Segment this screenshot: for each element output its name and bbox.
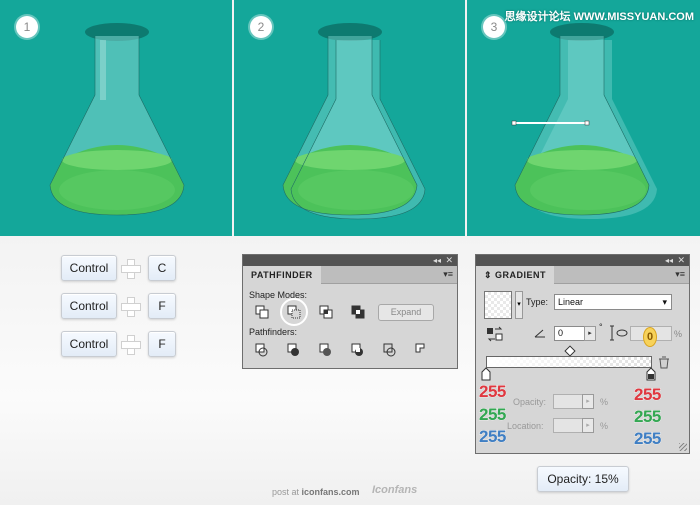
tab-arrows-icon: ⇕ — [484, 270, 496, 280]
aspect-highlight-badge: 0 — [643, 327, 657, 347]
gradient-slider[interactable] — [486, 356, 652, 368]
tab-pathfinder[interactable]: PATHFINDER — [243, 266, 321, 284]
collapse-icon[interactable]: ◂◂ — [665, 255, 673, 266]
location-percent: % — [600, 421, 609, 431]
c-key: C — [148, 255, 176, 281]
opacity-note: Opacity: 15% — [537, 466, 629, 492]
plus-icon — [121, 259, 141, 279]
merge-icon[interactable] — [319, 343, 333, 357]
location-dropdown-icon: ▸ — [582, 418, 594, 433]
outline-icon[interactable] — [383, 343, 397, 357]
control-key: Control — [61, 255, 117, 281]
control-key: Control — [61, 293, 117, 319]
exclude-icon[interactable] — [351, 305, 365, 319]
panel-menu-icon[interactable]: ▾≡ — [675, 269, 685, 280]
step-3-panel: 3 思缘设计论坛 WWW.MISSYUAN.COM — [467, 0, 700, 236]
unite-icon[interactable] — [255, 305, 269, 319]
step-2-panel: 2 — [234, 0, 465, 236]
footer-post-text: post at iconfans.com — [272, 487, 360, 497]
angle-input[interactable]: 0 — [554, 326, 586, 341]
right-color-stop[interactable] — [646, 367, 656, 381]
flask-illustration — [511, 23, 657, 219]
footer-logo: Iconfans — [372, 484, 418, 496]
panel-tab-row: ⇕ GRADIENT ▾≡ — [476, 266, 689, 284]
right-stop-green-value: 255 — [634, 407, 662, 427]
right-stop-red-value: 255 — [634, 385, 662, 405]
location-label: Location: — [507, 421, 544, 431]
left-color-stop[interactable] — [481, 367, 491, 381]
plus-icon — [121, 335, 141, 355]
midpoint-diamond-icon[interactable] — [564, 345, 576, 357]
intersect-icon[interactable] — [319, 305, 333, 319]
pathfinders-label: Pathfinders: — [249, 327, 298, 337]
f-key: F — [148, 331, 176, 357]
pathfinder-panel: ◂◂ ✕ PATHFINDER ▾≡ Shape Modes: Expand P… — [242, 254, 458, 369]
chevron-down-icon: ▾ — [662, 297, 667, 307]
right-stop-blue-value: 255 — [634, 429, 662, 449]
opacity-dropdown-icon: ▸ — [582, 394, 594, 409]
flask-illustration — [282, 23, 426, 220]
angle-icon — [534, 329, 545, 338]
trash-icon[interactable] — [658, 356, 670, 369]
control-key: Control — [61, 331, 117, 357]
gradient-panel: ◂◂ ✕ ⇕ GRADIENT ▾≡ ▾ Type: Linear ▾ 0 ▸ °… — [475, 254, 690, 454]
opacity-label: Opacity: — [513, 397, 547, 407]
swatch-dropdown-icon[interactable]: ▾ — [515, 291, 523, 319]
type-select[interactable]: Linear ▾ — [554, 294, 672, 310]
gradient-swatch[interactable] — [484, 291, 512, 319]
degree-symbol: ° — [599, 322, 603, 332]
highlight-ring — [280, 298, 308, 326]
left-stop-blue-value: 255 — [479, 427, 507, 447]
plus-icon — [121, 297, 141, 317]
crop-icon[interactable] — [351, 343, 365, 357]
left-stop-red-value: 255 — [479, 382, 507, 402]
opacity-percent: % — [600, 397, 609, 407]
reverse-gradient-icon[interactable] — [486, 326, 504, 342]
panel-menu-icon[interactable]: ▾≡ — [443, 269, 453, 280]
collapse-icon[interactable]: ◂◂ — [433, 255, 441, 266]
step-1-panel: 1 — [0, 0, 232, 236]
divide-icon[interactable] — [255, 343, 269, 357]
angle-dropdown-icon[interactable]: ▸ — [584, 326, 596, 341]
opacity-input — [553, 394, 584, 409]
f-key: F — [148, 293, 176, 319]
type-label: Type: — [526, 297, 549, 307]
left-stop-green-value: 255 — [479, 405, 507, 425]
resize-grip-icon[interactable] — [679, 443, 687, 451]
location-input — [553, 418, 584, 433]
aspect-ratio-icon — [610, 325, 628, 341]
flask-illustration — [49, 23, 185, 216]
tab-gradient[interactable]: ⇕ GRADIENT — [476, 266, 555, 284]
panel-titlebar: ◂◂ ✕ — [243, 255, 457, 266]
panel-titlebar: ◂◂ ✕ — [476, 255, 689, 266]
panel-tab-row: PATHFINDER ▾≡ — [243, 266, 457, 284]
expand-button[interactable]: Expand — [378, 304, 434, 321]
close-icon[interactable]: ✕ — [445, 255, 453, 266]
minus-back-icon[interactable] — [415, 343, 429, 357]
close-icon[interactable]: ✕ — [677, 255, 685, 266]
trim-icon[interactable] — [287, 343, 301, 357]
percent-sign: % — [674, 329, 683, 339]
